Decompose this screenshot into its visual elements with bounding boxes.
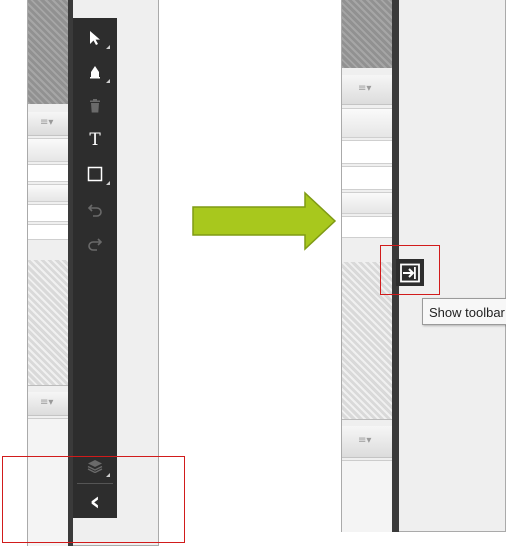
- left-row[interactable]: [28, 164, 68, 182]
- undo-tool-button[interactable]: [77, 196, 113, 224]
- list-menu-icon: ≡▾: [40, 397, 54, 408]
- right-thumbnail-block: [342, 0, 392, 68]
- show-toolbar-tooltip: Show toolbar: [422, 298, 506, 325]
- list-menu-icon: ≡▾: [358, 435, 372, 446]
- redo-tool-button[interactable]: [77, 230, 113, 258]
- submenu-indicator: [106, 181, 110, 185]
- list-menu-icon: ≡▾: [358, 83, 372, 94]
- right-row[interactable]: [342, 216, 392, 238]
- left-row[interactable]: [28, 184, 68, 202]
- delete-tool-button[interactable]: [77, 92, 113, 120]
- list-menu-icon: ≡▾: [40, 117, 54, 128]
- highlight-box-collapse: [2, 456, 185, 543]
- right-arrow-icon: [192, 191, 337, 251]
- text-tool-button[interactable]: T: [77, 126, 113, 154]
- left-dropdown-2[interactable]: ≡▾: [28, 392, 68, 416]
- left-row[interactable]: [28, 224, 68, 240]
- right-list-area: [342, 460, 392, 532]
- left-row[interactable]: [28, 138, 68, 162]
- left-empty-area: [28, 260, 68, 386]
- right-dropdown-2[interactable]: ≡▾: [342, 426, 392, 458]
- left-row[interactable]: [28, 204, 68, 222]
- submenu-indicator: [106, 45, 110, 49]
- submenu-indicator: [106, 79, 110, 83]
- right-row[interactable]: [342, 166, 392, 190]
- rectangle-icon: [87, 166, 103, 182]
- left-thumbnail-block: [28, 0, 68, 104]
- trash-icon: [90, 99, 100, 113]
- fill-tool-button[interactable]: [77, 58, 113, 86]
- cursor-arrow-icon: [90, 31, 100, 45]
- text-T-icon: T: [89, 130, 101, 150]
- tooltip-text: Show toolbar: [429, 305, 505, 320]
- right-row[interactable]: [342, 192, 392, 214]
- right-row[interactable]: [342, 140, 392, 164]
- undo-icon: [87, 204, 102, 217]
- redo-icon: [88, 238, 103, 251]
- right-row[interactable]: [342, 108, 392, 138]
- right-dropdown-1[interactable]: ≡▾: [342, 75, 392, 105]
- shape-tool-button[interactable]: [77, 160, 113, 188]
- paint-bucket-icon: [90, 66, 100, 79]
- select-tool-button[interactable]: [77, 24, 113, 52]
- left-dropdown-1[interactable]: ≡▾: [28, 112, 68, 136]
- highlight-box-show-toolbar: [380, 245, 440, 295]
